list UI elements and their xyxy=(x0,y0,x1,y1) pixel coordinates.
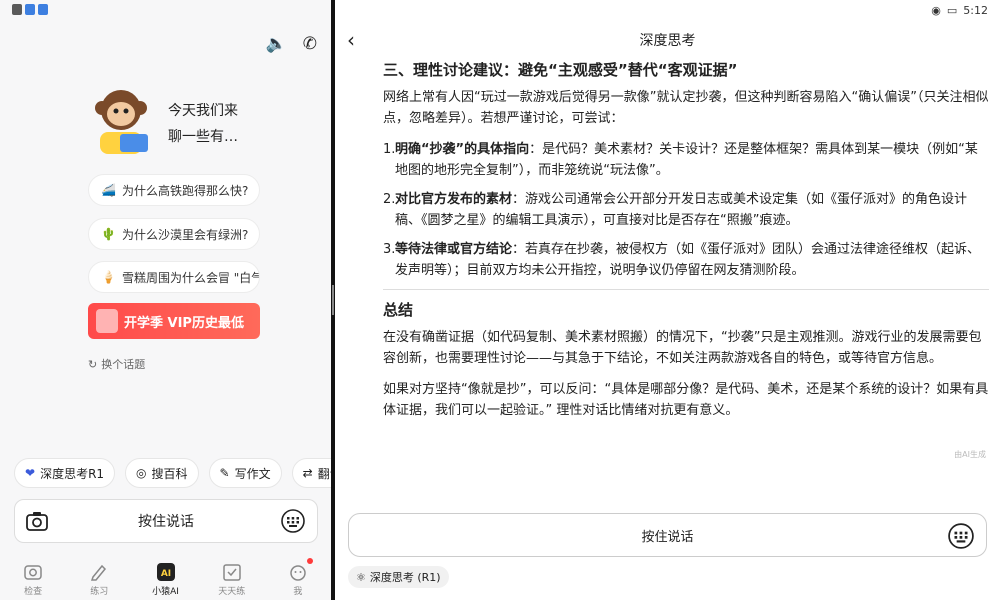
chip-label: 搜百科 xyxy=(151,466,188,481)
speaker-icon[interactable]: 🔈 xyxy=(266,34,287,54)
list-item-bold: 等待法律或官方结论 xyxy=(395,242,513,257)
tab-label: 我 xyxy=(293,587,303,597)
ai-tab-icon: AI xyxy=(156,563,175,581)
list-number: 1. xyxy=(383,142,396,157)
list-number: 2. xyxy=(383,192,396,207)
mode-chip-label: 深度思考 (R1) xyxy=(369,571,441,584)
monkey-mascot-icon xyxy=(95,90,148,154)
tab-check[interactable]: 检查 xyxy=(0,560,66,600)
chip-label: 翻译 xyxy=(317,466,331,481)
section-intro: 网络上常有人因“玩过一款游戏后觉得另一款像”就认定抄袭，但这种判断容易陷入“确认… xyxy=(383,90,989,126)
tab-label: 小猿AI xyxy=(152,587,179,597)
answer-content: 三、理性讨论建议：避免“主观感受”替代“客观证据” 网络上常有人因“玩过一款游戏… xyxy=(383,60,989,431)
check-tab-icon xyxy=(222,564,241,581)
tab-practice[interactable]: 练习 xyxy=(66,560,132,600)
section-heading: 三、理性讨论建议：避免“主观感受”替代“客观证据” xyxy=(383,61,738,79)
page-title: 深度思考 xyxy=(639,33,696,49)
suggestion-item[interactable]: 🌵 为什么沙漠里会有绿洲? xyxy=(88,218,260,250)
ice-cream-icon: 🍦 xyxy=(101,270,116,284)
translate-chip[interactable]: ⇄ 翻译 xyxy=(291,458,331,488)
camera-tab-icon xyxy=(24,565,42,580)
refresh-icon: ↻ xyxy=(88,357,98,371)
banner-text: 开学季 VIP历史最低 xyxy=(124,315,244,331)
suggestion-item[interactable]: 🍦 雪糕周围为什么会冒 "白气 xyxy=(88,261,260,293)
list-item: 1. 明确“抄袭”的具体指向：是代码？美术素材？关卡设计？还是整体框架？需具体到… xyxy=(383,139,989,181)
suggestion-text: 为什么沙漠里会有绿洲? xyxy=(121,227,249,242)
vip-promo-banner[interactable]: 开学季 VIP历史最低 xyxy=(88,303,260,339)
split-handle[interactable] xyxy=(332,285,334,315)
list-item: 3. 等待法律或官方结论：若真存在抄袭，被侵权方（如《蛋仔派对》团队）会通过法律… xyxy=(383,239,989,281)
profile-tab-icon xyxy=(290,565,306,581)
summary-paragraph: 在没有确凿证据（如代码复制、美术素材照搬）的情况下，“抄袭”只是主观推测。游戏行… xyxy=(383,330,982,366)
quick-tools: ❤ 深度思考R1 ◎ 搜百科 ✎ 写作文 ⇄ 翻译 xyxy=(14,458,331,488)
train-icon: 🚄 xyxy=(101,183,116,197)
tab-label: 天天练 xyxy=(218,587,246,597)
gift-icon xyxy=(96,309,118,333)
deep-think-icon: ❤ xyxy=(25,466,36,480)
suggestion-text: 为什么高铁跑得那么快? xyxy=(121,183,249,198)
app-notification-icon xyxy=(38,4,48,15)
ai-generated-watermark: 由AI生成 xyxy=(954,450,986,459)
keyboard-icon[interactable] xyxy=(281,509,305,533)
keyboard-icon[interactable] xyxy=(948,523,974,549)
greeting-line-2: 聊一些有… xyxy=(168,129,238,145)
tab-label: 练习 xyxy=(90,587,109,597)
status-time: 5:12 xyxy=(963,4,988,17)
list-number: 3. xyxy=(383,242,396,257)
write-chip[interactable]: ✎ 写作文 xyxy=(208,458,282,488)
hold-to-talk-button[interactable]: 按住说话 xyxy=(14,499,318,543)
bottom-tab-bar: 检查 练习 AI 小猿AI 天天练 我 xyxy=(0,560,331,600)
chip-label: 写作文 xyxy=(234,466,271,481)
divider-line xyxy=(383,289,989,290)
summary-paragraph: 如果对方坚持“像就是抄”，可以反问：“具体是哪部分像？是代码、美术，还是某个系统… xyxy=(383,382,989,418)
pencil-tab-icon xyxy=(91,564,107,581)
deep-think-chip[interactable]: ❤ 深度思考R1 xyxy=(14,458,116,488)
suggestion-list: 1. 明确“抄袭”的具体指向：是代码？美术素材？关卡设计？还是整体框架？需具体到… xyxy=(383,139,989,281)
top-actions: 🔈 ✆ xyxy=(266,34,317,54)
notification-icon xyxy=(12,4,22,15)
translate-icon: ⇄ xyxy=(302,466,313,480)
atom-icon: ⚛ xyxy=(356,570,366,584)
greeting: 今天我们来 聊一些有… xyxy=(168,98,238,150)
baike-icon: ◎ xyxy=(136,466,147,480)
battery-icon: ▭ xyxy=(946,4,958,17)
refresh-label: 换个话题 xyxy=(101,358,146,371)
chip-label: 深度思考R1 xyxy=(40,466,105,481)
suggestion-item[interactable]: 🚄 为什么高铁跑得那么快? xyxy=(88,174,260,206)
svg-text:AI: AI xyxy=(160,569,170,579)
notification-dot xyxy=(307,558,313,564)
hold-to-talk-button[interactable]: 按住说话 xyxy=(348,513,987,557)
greeting-line-1: 今天我们来 xyxy=(168,103,238,119)
tab-label: 检查 xyxy=(24,587,43,597)
eye-icon: ◉ xyxy=(931,4,941,17)
baike-chip[interactable]: ◎ 搜百科 xyxy=(125,458,199,488)
hold-to-talk-label: 按住说话 xyxy=(138,514,194,530)
tab-ai[interactable]: AI 小猿AI xyxy=(132,560,198,600)
refresh-topics-button[interactable]: ↻ 换个话题 xyxy=(88,356,145,372)
status-bar-right: ◉ ▭ 5:12 xyxy=(931,4,988,17)
suggestion-text: 雪糕周围为什么会冒 "白气 xyxy=(121,270,260,285)
right-pane: ◉ ▭ 5:12 ‹ 深度思考 三、理性讨论建议：避免“主观感受”替代“客观证据… xyxy=(335,0,1000,600)
camera-icon[interactable] xyxy=(25,509,49,533)
screen: 🔈 ✆ 今天我们来 聊一些有… 🚄 为什么高铁跑得那么快? 🌵 为什么沙漠里会有… xyxy=(0,0,1000,600)
summary-heading: 总结 xyxy=(383,301,414,319)
list-item: 2. 对比官方发布的素材：游戏公司通常会公开部分开发日志或美术设定集（如《蛋仔派… xyxy=(383,189,989,231)
status-bar-left xyxy=(12,4,48,15)
app-notification-icon xyxy=(25,4,35,15)
hold-to-talk-label: 按住说话 xyxy=(641,529,694,545)
tab-me[interactable]: 我 xyxy=(265,560,331,600)
deep-think-mode-chip[interactable]: ⚛ 深度思考 (R1) xyxy=(348,566,449,588)
list-item-bold: 对比官方发布的素材 xyxy=(395,192,513,207)
cactus-icon: 🌵 xyxy=(101,227,116,241)
write-icon: ✎ xyxy=(219,466,230,480)
tab-daily[interactable]: 天天练 xyxy=(199,560,265,600)
list-item-bold: 明确“抄袭”的具体指向 xyxy=(395,142,530,157)
left-pane: 🔈 ✆ 今天我们来 聊一些有… 🚄 为什么高铁跑得那么快? 🌵 为什么沙漠里会有… xyxy=(0,0,331,600)
phone-icon[interactable]: ✆ xyxy=(303,34,317,54)
